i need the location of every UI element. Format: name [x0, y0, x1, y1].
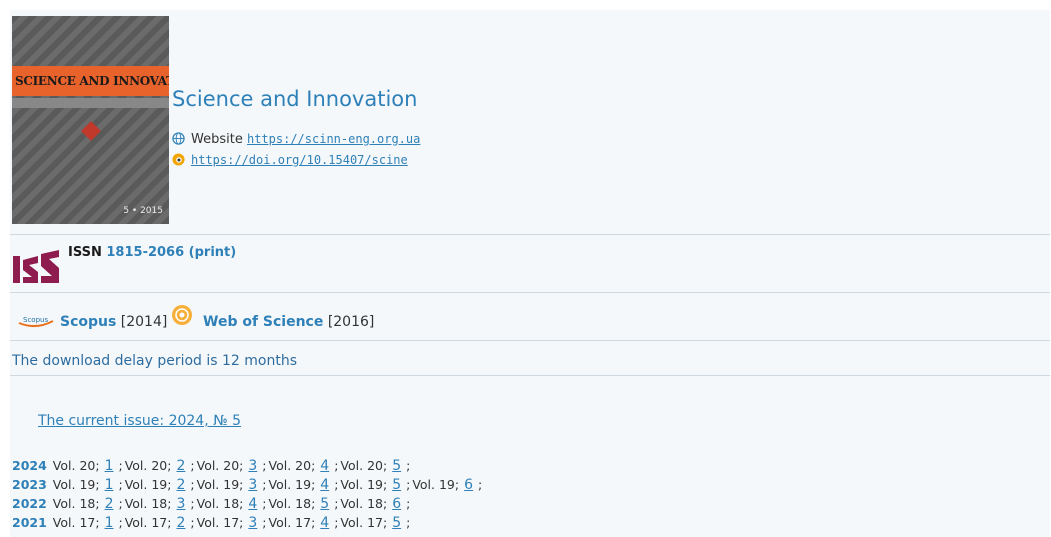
doi-icon [172, 153, 185, 166]
issn-logo [13, 250, 59, 283]
scopus-year: [2014] [120, 314, 168, 330]
website-link[interactable]: https://scinn-eng.org.ua [247, 132, 420, 146]
volume-label: Vol. 17; [268, 515, 316, 530]
divider [10, 292, 1050, 293]
volume-label: Vol. 19; [268, 477, 316, 492]
issue-link[interactable]: 5 [388, 458, 405, 474]
issn-text: ISSN 1815-2066 (print) [68, 245, 236, 260]
volume-label: Vol. 17; [340, 515, 388, 530]
archive-year: 2024 [12, 458, 47, 473]
scopus-index: Scopus [2014] [60, 314, 167, 330]
issue-link[interactable]: 4 [316, 477, 333, 493]
volume-label: Vol. 19; [52, 477, 100, 492]
archive-row: 2023 Vol. 19; 1; Vol. 19; 2; Vol. 19; 3; Vol. 1… [12, 477, 483, 493]
journal-title: Science and Innovation [172, 87, 418, 111]
volume-label: Vol. 18; [52, 496, 100, 511]
issue-link[interactable]: 4 [316, 458, 333, 474]
issue-link[interactable]: 3 [244, 477, 261, 493]
volume-label: Vol. 18; [124, 496, 172, 511]
issue-link[interactable]: 3 [172, 496, 189, 512]
volume-label: Vol. 20; [268, 458, 316, 473]
issue-link[interactable]: 2 [172, 515, 189, 531]
volume-label: Vol. 17; [52, 515, 100, 530]
issue-link[interactable]: 1 [101, 458, 118, 474]
current-issue-link[interactable]: The current issue: 2024, № 5 [38, 413, 241, 429]
issue-link[interactable]: 2 [101, 496, 118, 512]
issue-link[interactable]: 3 [244, 458, 261, 474]
issn-number: 1815-2066 (print) [106, 245, 237, 260]
issue-link[interactable]: 1 [101, 477, 118, 493]
website-label: Website [191, 132, 243, 147]
volume-label: Vol. 17; [124, 515, 172, 530]
wos-year: [2016] [327, 314, 375, 330]
volume-label: Vol. 17; [196, 515, 244, 530]
issue-link[interactable]: 2 [172, 477, 189, 493]
scopus-logo-text: Scopus [23, 316, 48, 324]
wos-link[interactable]: Web of Science [203, 314, 323, 330]
wos-index: Web of Science [2016] [203, 314, 374, 330]
archive-row: 2024 Vol. 20; 1; Vol. 20; 2; Vol. 20; 3; Vol. 2… [12, 458, 411, 474]
archive-row: 2022 Vol. 18; 2; Vol. 18; 3; Vol. 18; 4; Vol. 1… [12, 496, 411, 512]
divider [10, 340, 1050, 341]
archive-year: 2023 [12, 477, 47, 492]
volume-label: Vol. 18; [340, 496, 388, 511]
globe-icon [172, 132, 185, 145]
volume-label: Vol. 20; [124, 458, 172, 473]
cover-issue-label: 5 • 2015 [123, 206, 163, 216]
download-delay-notice: The download delay period is 12 months [12, 353, 298, 369]
archive-year: 2021 [12, 515, 47, 530]
journal-page: SCIENCE AND INNOVATION 5 • 2015 Science … [10, 10, 1050, 537]
archive-row: 2021 Vol. 17; 1; Vol. 17; 2; Vol. 17; 3; Vol. 1… [12, 515, 411, 531]
archive-year: 2022 [12, 496, 47, 511]
issue-link[interactable]: 1 [101, 515, 118, 531]
issue-link[interactable]: 4 [244, 496, 261, 512]
volume-label: Vol. 19; [340, 477, 388, 492]
volume-label: Vol. 19; [196, 477, 244, 492]
volume-label: Vol. 19; [124, 477, 172, 492]
issue-link[interactable]: 3 [244, 515, 261, 531]
volume-label: Vol. 18; [196, 496, 244, 511]
volume-label: Vol. 20; [52, 458, 100, 473]
issue-link[interactable]: 5 [316, 496, 333, 512]
website-row: Website https://scinn-eng.org.ua [172, 132, 420, 147]
volume-label: Vol. 20; [340, 458, 388, 473]
volume-label: Vol. 18; [268, 496, 316, 511]
volume-label: Vol. 20; [196, 458, 244, 473]
journal-cover-image[interactable]: SCIENCE AND INNOVATION 5 • 2015 [12, 16, 169, 224]
cover-title: SCIENCE AND INNOVATION [12, 66, 169, 96]
doi-row: https://doi.org/10.15407/scine [172, 153, 408, 168]
web-of-science-logo [172, 305, 192, 325]
divider [10, 234, 1050, 235]
scopus-logo: Scopus [18, 316, 54, 327]
issn-label: ISSN [68, 245, 102, 260]
cover-emblem [81, 121, 101, 141]
scopus-link[interactable]: Scopus [60, 314, 116, 330]
volume-label: Vol. 19; [412, 477, 460, 492]
cover-subtitle-band [12, 98, 169, 108]
issue-link[interactable]: 5 [388, 515, 405, 531]
issue-link[interactable]: 6 [460, 477, 477, 493]
doi-link[interactable]: https://doi.org/10.15407/scine [191, 153, 408, 167]
issue-link[interactable]: 6 [388, 496, 405, 512]
issue-link[interactable]: 2 [172, 458, 189, 474]
issue-link[interactable]: 5 [388, 477, 405, 493]
issue-link[interactable]: 4 [316, 515, 333, 531]
divider [10, 375, 1050, 376]
